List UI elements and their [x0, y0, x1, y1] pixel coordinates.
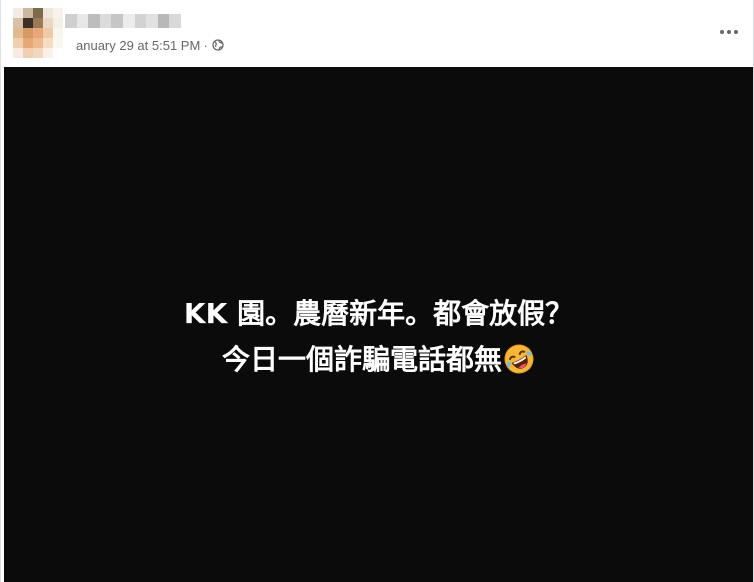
post-text-line-1: KK 園。農曆新年。都會放假？: [183, 297, 574, 330]
post-text-line-2: 今日一個詐騙電話都無: [4, 337, 753, 383]
post-timestamp[interactable]: anuary 29 at 5:51 PM: [76, 38, 200, 53]
facebook-post: anuary 29 at 5:51 PM · KK 園。農曆新年。都會放假？ 今…: [0, 0, 754, 582]
more-options-icon[interactable]: [711, 20, 747, 44]
avatar[interactable]: [13, 8, 63, 58]
meta-separator: ·: [203, 37, 208, 53]
laughing-emoji-icon: [503, 343, 535, 375]
post-text-line-2-text: 今日一個詐騙電話都無: [221, 343, 502, 376]
author-name-blurred[interactable]: [65, 14, 181, 28]
globe-icon[interactable]: [212, 39, 224, 51]
post-text-background: KK 園。農曆新年。都會放假？ 今日一個詐騙電話都無: [4, 67, 753, 582]
post-header: anuary 29 at 5:51 PM ·: [1, 0, 753, 67]
post-meta: anuary 29 at 5:51 PM ·: [76, 36, 224, 54]
post-text: KK 園。農曆新年。都會放假？ 今日一個詐騙電話都無: [4, 291, 753, 383]
